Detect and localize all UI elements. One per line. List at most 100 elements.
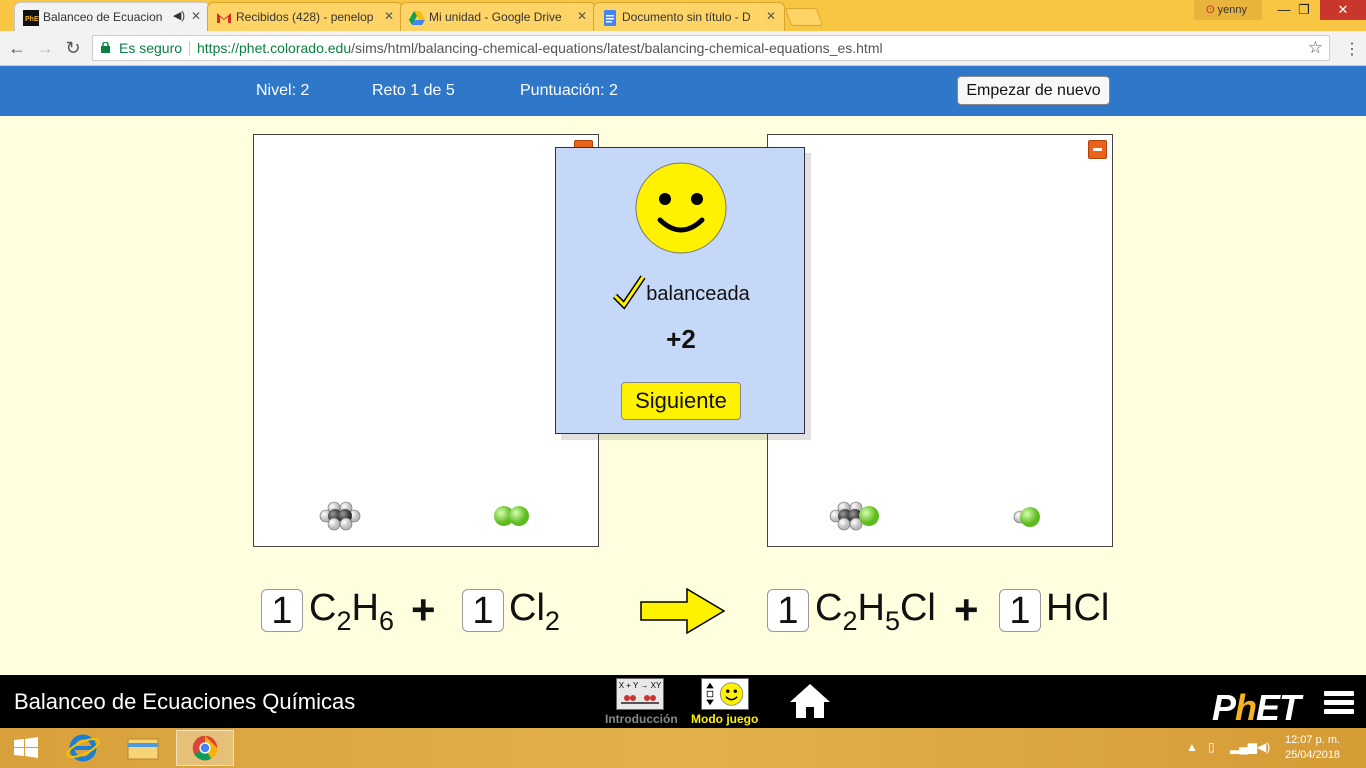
clock-time: 12:07 p. m. xyxy=(1285,734,1341,746)
google-docs-icon xyxy=(604,10,616,26)
audio-icon: ◀) xyxy=(172,10,185,22)
level-label: Nivel: 2 xyxy=(256,82,310,99)
formula-element: C xyxy=(815,587,843,629)
reaction-arrow-icon xyxy=(640,588,726,634)
network-icon[interactable]: ▂▄▆ xyxy=(1230,740,1257,754)
profile-icon: ʘ xyxy=(1206,4,1215,16)
plus-sign: + xyxy=(411,586,436,633)
reactants-box xyxy=(253,134,599,547)
formula-hcl: HCl xyxy=(1046,587,1109,630)
phet-logo-p: P xyxy=(1212,687,1236,728)
forward-button[interactable]: → xyxy=(34,37,56,59)
ethane-molecule-icon xyxy=(319,501,361,531)
intro-screen-button[interactable]: X + Y → XY xyxy=(616,678,664,710)
points-earned: +2 xyxy=(666,324,696,354)
tab-close-icon[interactable]: ✕ xyxy=(577,9,587,23)
internet-explorer-icon[interactable] xyxy=(54,730,112,766)
profile-name: yenny xyxy=(1217,4,1247,16)
tab-title: Balanceo de Ecuacion xyxy=(43,10,163,24)
formula-subscript: 2 xyxy=(336,606,352,636)
game-status-bar: Nivel: 2 Reto 1 de 5 Puntuación: 2 Empez… xyxy=(0,66,1366,116)
browser-tab-strip: PhET Balanceo de Ecuacion ◀) ✕ Recibidos… xyxy=(0,0,1366,32)
lock-icon xyxy=(101,42,110,53)
coefficient-spinner-cl2[interactable]: 1 xyxy=(462,589,504,632)
address-bar[interactable]: Es seguro https://phet.colorado.edu/sims… xyxy=(92,35,1330,61)
tab-close-icon[interactable]: ✕ xyxy=(384,9,394,23)
tab-close-icon[interactable]: ✕ xyxy=(191,9,201,23)
coefficient-spinner-c2h6[interactable]: 1 xyxy=(261,589,303,632)
plus-sign: + xyxy=(954,586,979,633)
phet-logo[interactable]: PhET xyxy=(1212,687,1301,729)
tab-docs[interactable]: Documento sin título - D ✕ xyxy=(593,2,785,31)
tab-gmail[interactable]: Recibidos (428) - penelop ✕ xyxy=(207,2,403,31)
phet-menu-icon[interactable] xyxy=(1324,691,1354,715)
url-host: https://phet.colorado.edu xyxy=(197,40,352,56)
formula-element: C xyxy=(309,587,337,629)
formula-c2h5cl: C2H5Cl xyxy=(815,587,936,637)
tab-balanceo[interactable]: PhET Balanceo de Ecuacion ◀) ✕ xyxy=(14,2,210,32)
formula-cl2: Cl2 xyxy=(509,587,560,637)
browser-menu-icon[interactable]: ⋮ xyxy=(1344,39,1360,59)
intro-screen-icon: X + Y → XY xyxy=(618,681,662,690)
collapse-products-button[interactable] xyxy=(1088,140,1107,159)
feedback-popup: balanceada +2 Siguiente xyxy=(555,147,805,434)
formula-subscript: 2 xyxy=(842,606,858,636)
url-text: https://phet.colorado.edu/sims/html/bala… xyxy=(197,36,883,60)
game-screen-button[interactable] xyxy=(701,678,749,710)
windows-start-icon[interactable] xyxy=(0,730,52,766)
phet-logo-h: h xyxy=(1235,687,1257,728)
phet-logo-et: ET xyxy=(1256,687,1301,728)
tab-title: Mi unidad - Google Drive xyxy=(429,10,562,24)
reload-button[interactable]: ↻ xyxy=(62,37,84,59)
challenge-label: Reto 1 de 5 xyxy=(372,82,455,99)
coefficient-spinner-hcl[interactable]: 1 xyxy=(999,589,1041,632)
tab-close-icon[interactable]: ✕ xyxy=(766,9,776,23)
game-screen-icon xyxy=(706,682,744,706)
file-explorer-icon[interactable] xyxy=(114,730,172,766)
back-button[interactable]: ← xyxy=(6,37,28,59)
tab-title: Recibidos (428) - penelop xyxy=(236,10,374,24)
bookmark-star-icon[interactable]: ☆ xyxy=(1308,36,1323,60)
next-button[interactable]: Siguiente xyxy=(621,382,741,420)
home-icon[interactable] xyxy=(788,682,832,720)
hydrogen-chloride-molecule-icon xyxy=(1013,507,1040,527)
gmail-icon xyxy=(217,13,231,23)
formula-subscript: 6 xyxy=(378,606,394,636)
volume-icon[interactable]: ◀) xyxy=(1257,740,1270,754)
formula-element: H xyxy=(351,587,379,629)
new-tab-button[interactable] xyxy=(784,8,824,26)
windows-taskbar: ▲ ▯ ▂▄▆ ◀) 12:07 p. m. 25/04/2018 xyxy=(0,728,1366,768)
profile-button[interactable]: ʘ yenny xyxy=(1194,0,1262,20)
chloroethane-molecule-icon xyxy=(829,501,879,531)
smiley-face-icon xyxy=(635,162,727,254)
balanced-label: balanceada xyxy=(646,283,750,305)
sim-title: Balanceo de Ecuaciones Químicas xyxy=(14,689,356,714)
close-window-button[interactable]: ✕ xyxy=(1320,0,1366,20)
formula-subscript: 5 xyxy=(884,606,900,636)
intro-screen-label[interactable]: Introducción xyxy=(605,712,678,726)
clock-date: 25/04/2018 xyxy=(1285,749,1341,761)
svg-text:PhET: PhET xyxy=(25,16,39,23)
formula-c2h6: C2H6 xyxy=(309,587,394,637)
coefficient-spinner-c2h5cl[interactable]: 1 xyxy=(767,589,809,632)
chrome-taskbar-icon[interactable] xyxy=(176,730,234,766)
google-drive-icon xyxy=(409,11,425,25)
tab-title: Documento sin título - D xyxy=(622,10,751,24)
check-mark-icon xyxy=(613,275,646,310)
tab-drive[interactable]: Mi unidad - Google Drive ✕ xyxy=(400,2,596,31)
maximize-button[interactable]: ❐ xyxy=(1284,0,1324,20)
products-box xyxy=(767,134,1113,547)
formula-element: HCl xyxy=(1046,587,1110,629)
formula-element: H xyxy=(857,587,885,629)
formula-element: Cl xyxy=(509,587,545,629)
restart-button[interactable]: Empezar de nuevo xyxy=(957,76,1110,105)
game-screen-label[interactable]: Modo juego xyxy=(691,712,758,726)
formula-subscript: 2 xyxy=(544,606,560,636)
divider xyxy=(189,41,190,56)
tray-expand-icon[interactable]: ▲ xyxy=(1186,740,1198,754)
chlorine-molecule-icon xyxy=(494,506,529,526)
taskbar-clock[interactable]: 12:07 p. m. 25/04/2018 xyxy=(1285,733,1340,763)
browser-toolbar: ← → ↻ Es seguro https://phet.colorado.ed… xyxy=(0,31,1366,66)
phet-favicon-icon: PhET xyxy=(23,10,39,26)
power-icon[interactable]: ▯ xyxy=(1208,740,1215,754)
